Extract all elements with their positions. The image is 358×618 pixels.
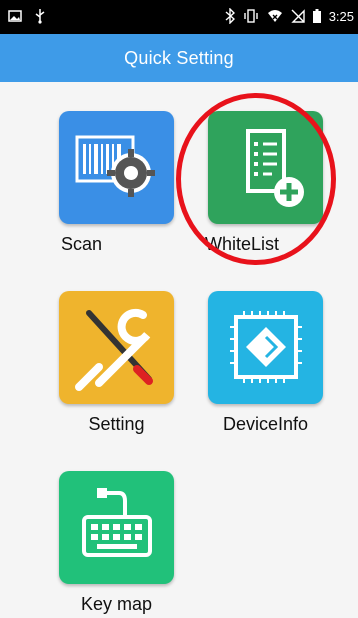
barcode-gear-icon — [75, 135, 155, 197]
no-sim-icon — [290, 9, 305, 23]
app-header: Quick Setting — [0, 34, 358, 82]
keyboard-icon — [82, 488, 152, 557]
vibrate-icon — [243, 9, 258, 23]
deviceinfo-app-button[interactable] — [208, 291, 323, 404]
whitelist-label: WhiteList — [205, 234, 280, 254]
tools-icon — [75, 308, 153, 391]
setting-app-button[interactable] — [59, 291, 174, 404]
battery-icon — [312, 9, 321, 23]
usb-icon — [35, 9, 45, 24]
keymap-label: Key map — [80, 594, 153, 614]
chip-icon — [230, 311, 302, 383]
keymap-app-button[interactable] — [59, 471, 174, 584]
scan-label: Scan — [61, 234, 103, 254]
scan-app-button[interactable] — [59, 111, 174, 224]
wifi-icon — [267, 10, 282, 22]
deviceinfo-label: DeviceInfo — [222, 414, 309, 434]
status-bar: 3:25 — [0, 0, 358, 34]
image-icon — [8, 10, 22, 22]
setting-label: Setting — [88, 414, 145, 434]
bluetooth-icon — [225, 8, 235, 24]
checklist-add-icon — [246, 129, 304, 207]
page-title: Quick Setting — [124, 47, 234, 68]
whitelist-app-button[interactable] — [208, 111, 323, 224]
status-time: 3:25 — [328, 8, 354, 24]
